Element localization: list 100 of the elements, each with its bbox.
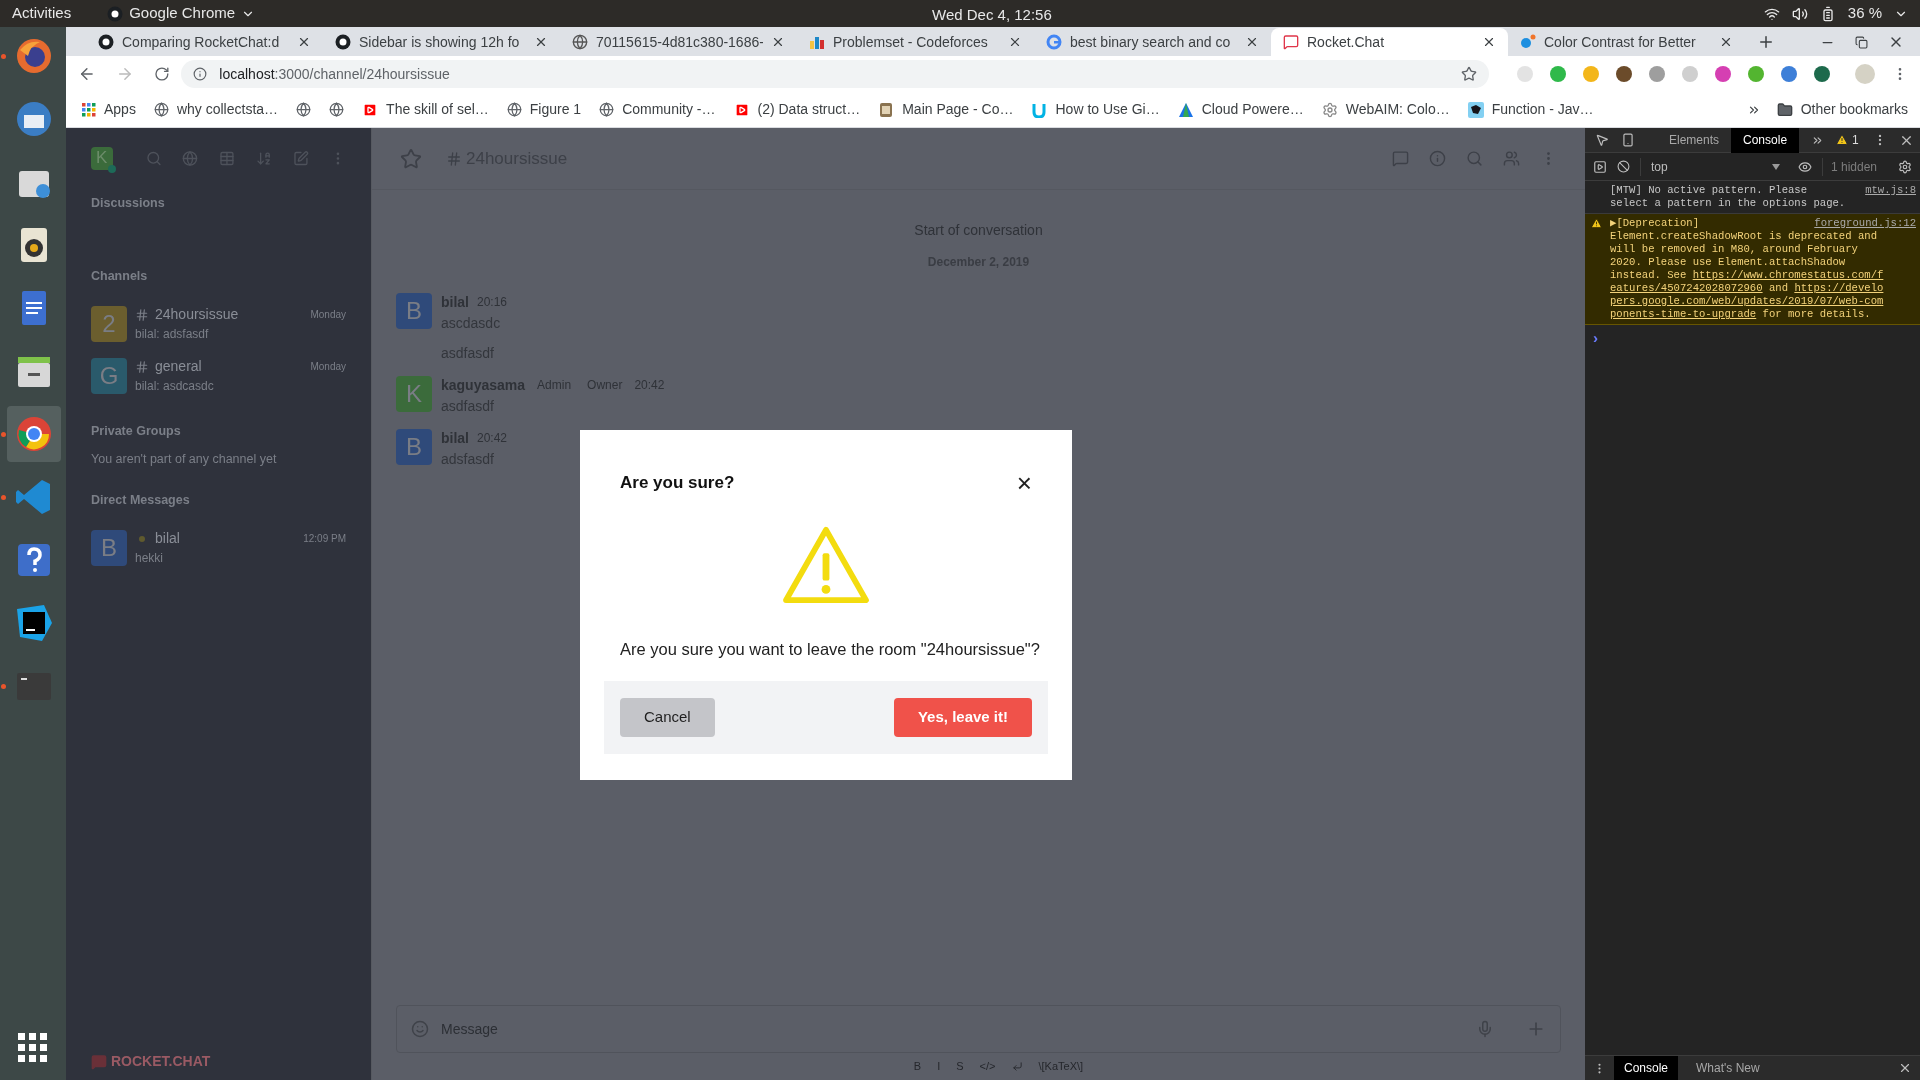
bookmark[interactable] xyxy=(296,102,312,117)
site-icon xyxy=(1177,101,1194,118)
running-indicator xyxy=(1,431,6,437)
address-bar[interactable]: localhost:3000/channel/24hoursissue xyxy=(181,60,1489,88)
logo-icon xyxy=(91,1053,107,1070)
console-link[interactable]: https://develo xyxy=(1794,282,1884,295)
bookmark[interactable]: Apps xyxy=(82,99,136,120)
section-title: Discussions xyxy=(91,195,166,212)
site-icon xyxy=(733,101,750,118)
console-link[interactable]: eatures/4507242028072960 xyxy=(1610,282,1763,295)
reload-icon[interactable] xyxy=(153,66,170,82)
logo-text: ROCKET.CHAT xyxy=(111,1052,211,1071)
app-menu[interactable]: Google Chrome xyxy=(107,2,256,25)
tab-title: best binary search and co xyxy=(1070,32,1232,52)
restore-icon[interactable] xyxy=(1855,35,1868,49)
console-text: ▶[Deprecation] xyxy=(1610,217,1700,230)
bookmark[interactable]: Cloud Powere… xyxy=(1177,99,1304,120)
hash-icon xyxy=(135,359,149,374)
device-icon[interactable] xyxy=(1621,133,1635,147)
room-item[interactable]: 2 24hoursissue Monday bilal: adsfasdf xyxy=(91,295,346,348)
eye-icon[interactable] xyxy=(1798,159,1812,174)
caret-icon xyxy=(1772,163,1780,170)
bookmark[interactable]: Community -… xyxy=(599,99,716,120)
room-preview: bilal: adsfasdf xyxy=(135,326,210,343)
devtools-tab[interactable]: Console xyxy=(1731,127,1800,153)
info-icon[interactable] xyxy=(193,67,208,81)
avatar: K xyxy=(396,376,432,412)
bookmark[interactable]: Main Page - Co… xyxy=(878,99,1014,120)
close-icon[interactable] xyxy=(297,35,311,49)
new-tab-icon[interactable] xyxy=(1757,33,1775,51)
console-text: [MTW] No active pattern. Please xyxy=(1610,184,1808,197)
settings-icon[interactable] xyxy=(1898,159,1912,174)
bookmark-folder[interactable]: Other bookmarks xyxy=(1776,99,1908,120)
source-link[interactable]: mtw.js:8 xyxy=(1865,184,1916,197)
battery-level[interactable]: 36 % xyxy=(1847,2,1882,25)
app-icon xyxy=(14,414,54,454)
close-icon[interactable] xyxy=(1245,35,1259,49)
warning-icon xyxy=(1836,134,1849,146)
site-icon xyxy=(362,101,379,118)
room-item[interactable]: G general Monday bilal: asdcasdc xyxy=(91,347,346,400)
bookmark-star-icon[interactable] xyxy=(1461,66,1477,82)
devtools-tab[interactable]: Elements xyxy=(1657,127,1732,153)
close-icon[interactable] xyxy=(1898,1061,1912,1075)
sidebar-toggle-icon[interactable] xyxy=(1593,159,1607,174)
drawer-tab[interactable]: Console xyxy=(1614,1055,1679,1080)
browser-tab[interactable]: Problemset - Codeforces xyxy=(797,28,1034,56)
volume-icon[interactable] xyxy=(1791,5,1808,22)
console-link[interactable]: pers.google.com/web/updates/2019/07/web-com xyxy=(1610,295,1884,308)
close-button[interactable]: × xyxy=(1016,470,1032,496)
bookmark[interactable]: WebAIM: Colo… xyxy=(1321,99,1450,120)
context-select[interactable]: top xyxy=(1640,157,1780,176)
warning-count[interactable]: 1 xyxy=(1836,131,1859,149)
room-name: 24hoursissue xyxy=(155,305,239,324)
extension-icon[interactable] xyxy=(1781,66,1797,82)
avatar: B xyxy=(396,293,432,329)
console-link[interactable]: https://www.chromestatus.com/f xyxy=(1692,269,1884,282)
room-item[interactable]: B bilal 12:09 PM hekki xyxy=(91,519,346,572)
source-link[interactable]: foreground.js:12 xyxy=(1814,217,1916,230)
dock-item[interactable] xyxy=(7,406,61,462)
browser-tab[interactable]: best binary search and co xyxy=(1034,28,1271,56)
extension-icon[interactable] xyxy=(1814,66,1830,82)
bookmark[interactable]: Figure 1 xyxy=(506,99,582,120)
inspect-icon[interactable] xyxy=(1595,133,1609,147)
close-icon[interactable] xyxy=(771,35,785,49)
browser-tab[interactable]: Sidebar is showing 12h fo xyxy=(323,28,560,56)
close-icon[interactable] xyxy=(534,35,548,49)
bookmark[interactable]: How to Use Gi… xyxy=(1031,99,1160,120)
extension-icon[interactable] xyxy=(1616,66,1632,82)
browser-tab[interactable]: Comparing RocketChat:d xyxy=(86,28,323,56)
bookmark[interactable]: Function - Jav… xyxy=(1467,99,1594,120)
clear-icon[interactable] xyxy=(1617,160,1630,173)
site-icon xyxy=(572,34,588,50)
bookmark[interactable]: why collectsta… xyxy=(153,99,279,120)
close-icon[interactable] xyxy=(1482,35,1496,49)
console-text: 2020. Please use Element.attachShadow xyxy=(1610,256,1846,269)
browser-tab[interactable]: Color Contrast for Better xyxy=(1508,28,1745,56)
activities-button[interactable]: Activities xyxy=(12,2,72,25)
room-name: general xyxy=(155,357,202,376)
site-icon xyxy=(1467,101,1484,118)
bookmark[interactable] xyxy=(329,102,345,117)
app-icon xyxy=(14,99,54,139)
close-icon[interactable] xyxy=(1008,35,1022,49)
hidden-count: 1 hidden xyxy=(1822,157,1878,176)
browser-tab[interactable]: 70115615-4d81c380-1686- xyxy=(560,28,797,56)
cancel-button[interactable]: Cancel xyxy=(620,697,715,737)
drawer-tab[interactable]: What's New xyxy=(1686,1055,1770,1080)
site-icon xyxy=(1031,101,1048,118)
clock[interactable]: Wed Dec 4, 12:56 xyxy=(932,4,1052,27)
app-grid-icon[interactable] xyxy=(18,1033,48,1063)
bookmark[interactable]: (2) Data struct… xyxy=(733,99,861,120)
close-icon[interactable] xyxy=(1719,35,1733,49)
console-link[interactable]: ponents-time-to-upgrade xyxy=(1610,308,1757,321)
favorite-star-icon[interactable] xyxy=(400,147,422,170)
browser-tab[interactable]: Rocket.Chat xyxy=(1271,28,1508,56)
extension-icon[interactable] xyxy=(1715,66,1731,82)
console-text: for more details. xyxy=(1761,308,1871,321)
bookmark[interactable]: The skill of sel… xyxy=(362,99,489,120)
dialog-message: Are you sure you want to leave the room "24hoursissue"? xyxy=(619,639,1041,660)
back-icon[interactable] xyxy=(78,65,96,83)
console-prompt[interactable]: › xyxy=(1585,325,1920,350)
